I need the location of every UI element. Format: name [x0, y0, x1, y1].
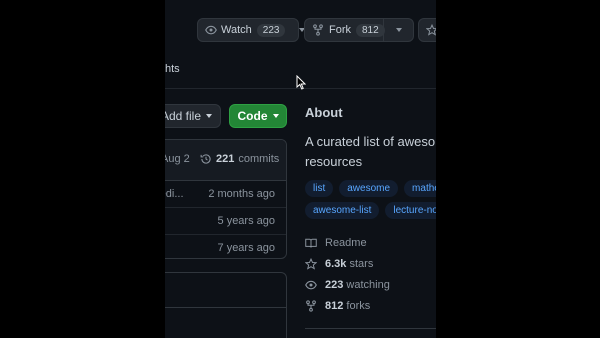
chevron-down-icon: [206, 114, 212, 118]
last-commit-date: Aug 2: [165, 153, 190, 165]
topic-tag[interactable]: list: [305, 180, 334, 197]
watch-count: 223: [256, 23, 286, 37]
fork-label: Fork: [329, 24, 351, 36]
table-row[interactable]: redi... 2 months ago: [165, 181, 286, 208]
stars-link[interactable]: 6.3k stars: [305, 253, 390, 274]
chevron-down-icon: [395, 28, 402, 32]
tab-insights[interactable]: hts: [165, 63, 180, 75]
chevron-down-icon: [272, 114, 279, 118]
repo-page: Watch 223 Fork 812 hts Add file: [165, 0, 436, 338]
forks-label: forks: [346, 299, 371, 312]
code-button[interactable]: Code: [229, 104, 287, 128]
about-heading: About: [305, 105, 343, 120]
add-file-button[interactable]: Add file: [165, 104, 221, 128]
commit-message[interactable]: redi...: [165, 188, 184, 200]
fork-button[interactable]: Fork 812: [305, 19, 385, 41]
commit-label: commits: [238, 153, 280, 165]
file-list: Aug 2 221 commits redi... 2 months ago 5…: [165, 139, 287, 259]
watching-label: watching: [346, 278, 390, 291]
topic-tag[interactable]: awesome-list: [305, 202, 380, 219]
about-divider: [305, 328, 436, 329]
stars-label: stars: [349, 257, 374, 270]
commit-age: 5 years ago: [217, 215, 275, 227]
commit-age: 7 years ago: [217, 242, 275, 254]
topic-tag[interactable]: lecture-not: [385, 202, 436, 219]
forks-count: 812: [325, 299, 344, 312]
forks-link[interactable]: 812 forks: [305, 295, 390, 316]
about-description: A curated list of awesome resources: [305, 134, 436, 169]
table-row[interactable]: 5 years ago: [165, 208, 286, 235]
eye-icon: [205, 24, 217, 36]
topic-tag[interactable]: mathen: [404, 180, 436, 197]
stars-count: 6.3k: [325, 257, 347, 270]
commit-age: 2 months ago: [208, 188, 275, 200]
fork-dropdown[interactable]: [383, 19, 413, 41]
code-label: Code: [237, 109, 268, 123]
fork-button-group: Fork 812: [304, 18, 414, 42]
add-file-label: Add file: [165, 109, 201, 123]
table-row[interactable]: 7 years ago: [165, 235, 286, 258]
commits-link[interactable]: 221 commits: [200, 153, 279, 165]
book-icon: [305, 237, 317, 249]
watch-button[interactable]: Watch 223: [198, 19, 292, 41]
latest-commit-bar: Aug 2 221 commits: [165, 140, 286, 181]
readme-box: [165, 272, 287, 338]
star-button-inner: [419, 19, 436, 41]
fork-icon: [305, 299, 317, 312]
watch-label: Watch: [221, 24, 252, 36]
watching-link[interactable]: 223 watching: [305, 274, 390, 295]
star-icon: [305, 257, 317, 270]
watching-count: 223: [325, 278, 344, 291]
repo-stats: Readme 6.3k stars 223 watching 812 forks: [305, 232, 390, 316]
fork-count: 812: [356, 23, 385, 37]
watch-button-group: Watch 223: [197, 18, 306, 42]
star-icon: [426, 24, 436, 36]
readme-header-divider: [165, 307, 286, 308]
star-button[interactable]: [418, 18, 436, 42]
history-icon: [200, 153, 212, 165]
fork-icon: [312, 24, 324, 36]
topic-list: list awesome mathen awesome-list lecture…: [305, 180, 436, 219]
cursor-icon: [296, 75, 306, 90]
commit-count: 221: [216, 153, 235, 165]
readme-label: Readme: [325, 236, 367, 249]
topic-tag[interactable]: awesome: [339, 180, 399, 197]
eye-icon: [305, 279, 317, 291]
readme-link[interactable]: Readme: [305, 232, 390, 253]
